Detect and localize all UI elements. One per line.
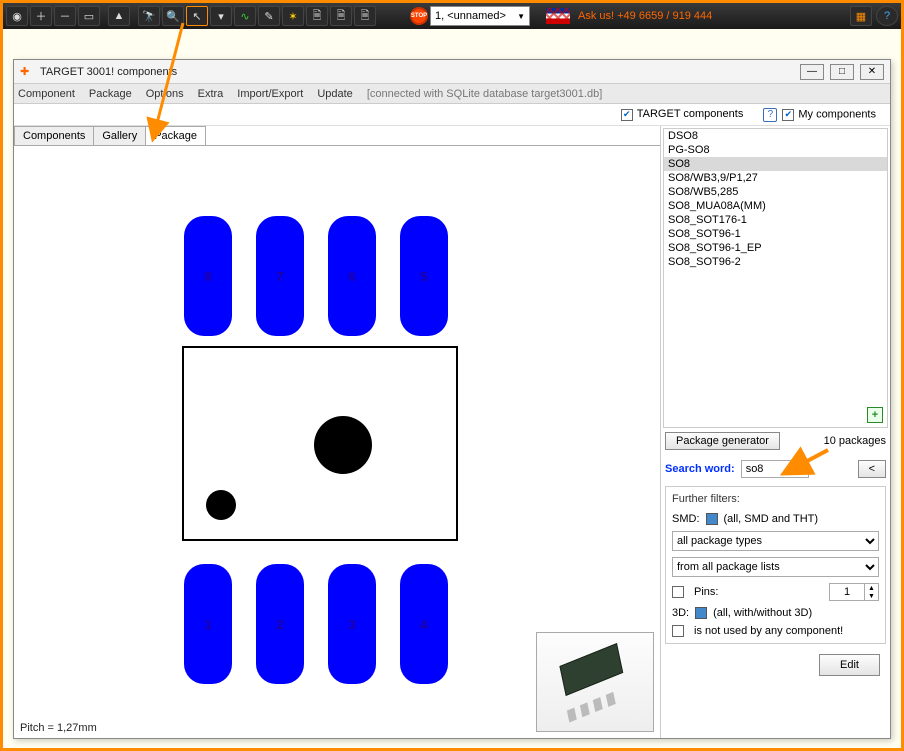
package-generator-button[interactable]: Package generator: [665, 432, 780, 450]
notused-checkbox[interactable]: [672, 625, 684, 637]
pad-number: 7: [276, 269, 283, 284]
edit-button[interactable]: Edit: [819, 654, 880, 676]
list-item[interactable]: SO8/WB5,285: [664, 185, 887, 199]
3d-preview: [536, 632, 654, 732]
spin-up-icon[interactable]: ▲: [864, 584, 878, 592]
binoculars-icon[interactable]: 🔭: [138, 6, 160, 26]
dropdown-icon[interactable]: ▾: [210, 6, 232, 26]
3d-tristate-icon[interactable]: [695, 607, 707, 619]
list-item[interactable]: SO8/WB3,9/P1,27: [664, 171, 887, 185]
askus-label: Ask us! +49 6659 / 919 444: [572, 10, 718, 22]
help-icon[interactable]: ?: [876, 6, 898, 26]
layer-combo-value: 1, <unnamed>: [435, 10, 506, 22]
list-item[interactable]: SO8_SOT96-1_EP: [664, 241, 887, 255]
smd-label: SMD:: [672, 513, 700, 525]
menu-package[interactable]: Package: [89, 88, 132, 100]
notused-label: is not used by any component!: [694, 625, 843, 637]
right-pane: DSO8PG-SO8SO8SO8/WB3,9/P1,27SO8/WB5,285S…: [660, 126, 890, 738]
pins-checkbox[interactable]: [672, 586, 684, 598]
search-input[interactable]: [741, 460, 809, 478]
options-row: TARGET components ?My components: [14, 104, 890, 126]
app-toolbar: ◉ ＋ － ▭ ▲ 🔭 🔍 ↖ ▾ ∿ ✎ ✶ 🗎 🗎 🗎 STOP 1, <u…: [3, 3, 901, 29]
pin1-marker-large: [314, 416, 372, 474]
pad-number: 8: [204, 269, 211, 284]
smd-tristate-icon[interactable]: [706, 513, 718, 525]
my-components-checkbox[interactable]: ?My components: [763, 108, 876, 122]
doc1-icon[interactable]: 🗎: [306, 6, 328, 26]
chevron-down-icon: ▼: [517, 12, 525, 21]
3d-value: (all, with/without 3D): [713, 607, 812, 619]
pad-number: 1: [204, 617, 211, 632]
package-count-label: 10 packages: [824, 435, 886, 447]
tab-strip: Components Gallery Package: [14, 126, 205, 146]
list-item[interactable]: PG-SO8: [664, 143, 887, 157]
tab-package[interactable]: Package: [145, 126, 206, 146]
tab-components[interactable]: Components: [14, 126, 94, 146]
list-item[interactable]: SO8_SOT96-1: [664, 227, 887, 241]
zoom-icon[interactable]: 🔍: [162, 6, 184, 26]
fit-icon[interactable]: ▭: [78, 6, 100, 26]
menubar: Component Package Options Extra Import/E…: [14, 84, 890, 104]
spark-icon[interactable]: ✶: [282, 6, 304, 26]
app-icon: ✚: [20, 65, 34, 79]
add-package-button[interactable]: +: [867, 407, 883, 423]
spin-down-icon[interactable]: ▼: [864, 592, 878, 600]
target-components-checkbox[interactable]: TARGET components: [621, 108, 744, 121]
menu-update[interactable]: Update: [317, 88, 352, 100]
components-dialog: ✚ TARGET 3001! components — □ ✕ Componen…: [13, 59, 891, 739]
list-item[interactable]: SO8: [664, 157, 887, 171]
close-button[interactable]: ✕: [860, 64, 884, 80]
pin1-marker-small: [206, 490, 236, 520]
eye-icon[interactable]: ◉: [6, 6, 28, 26]
pins-label: Pins:: [694, 586, 718, 598]
3d-label: 3D:: [672, 607, 689, 619]
package-canvas: 8 7 6 5 1 2 3 4: [14, 145, 660, 738]
list-item[interactable]: SO8_SOT176-1: [664, 213, 887, 227]
pins-value-input[interactable]: [830, 584, 864, 600]
pointer-icon[interactable]: ▲: [108, 6, 130, 26]
connection-status: [connected with SQLite database target30…: [367, 88, 602, 100]
doc3-icon[interactable]: 🗎: [354, 6, 376, 26]
stop-icon[interactable]: STOP: [410, 7, 428, 25]
maximize-button[interactable]: □: [830, 64, 854, 80]
pad-number: 6: [348, 269, 355, 284]
search-label: Search word:: [665, 463, 735, 475]
pad-number: 4: [420, 617, 427, 632]
menu-import-export[interactable]: Import/Export: [237, 88, 303, 100]
list-item[interactable]: SO8_SOT96-2: [664, 255, 887, 269]
pad-number: 2: [276, 617, 283, 632]
flag-icon[interactable]: [546, 8, 570, 24]
chip-3d-icon: [552, 639, 638, 725]
titlebar: ✚ TARGET 3001! components — □ ✕: [14, 60, 890, 84]
pitch-label: Pitch = 1,27mm: [20, 722, 97, 734]
pen-icon[interactable]: ✎: [258, 6, 280, 26]
tab-gallery[interactable]: Gallery: [93, 126, 146, 146]
filters-header: Further filters:: [672, 493, 879, 505]
menu-options[interactable]: Options: [146, 88, 184, 100]
pad-number: 3: [348, 617, 355, 632]
left-pane: Components Gallery Package 8 7 6 5 1 2 3…: [14, 126, 660, 738]
list-item[interactable]: SO8_MUA08A(MM): [664, 199, 887, 213]
layer-combo[interactable]: 1, <unnamed> ▼: [430, 6, 530, 26]
package-list[interactable]: DSO8PG-SO8SO8SO8/WB3,9/P1,27SO8/WB5,285S…: [663, 128, 888, 428]
filters-panel: Further filters: SMD: (all, SMD and THT)…: [665, 486, 886, 644]
minimize-button[interactable]: —: [800, 64, 824, 80]
zoom-out-icon[interactable]: －: [54, 6, 76, 26]
cursor-icon[interactable]: ↖: [186, 6, 208, 26]
pad-number: 5: [420, 269, 427, 284]
zoom-in-icon[interactable]: ＋: [30, 6, 52, 26]
list-item[interactable]: DSO8: [664, 129, 887, 143]
doc2-icon[interactable]: 🗎: [330, 6, 352, 26]
wave-icon[interactable]: ∿: [234, 6, 256, 26]
pins-spinner[interactable]: ▲▼: [829, 583, 879, 601]
window-title: TARGET 3001! components: [40, 66, 177, 78]
package-lists-select[interactable]: from all package lists: [672, 557, 879, 577]
smd-value: (all, SMD and THT): [724, 513, 819, 525]
cart-icon[interactable]: ▦: [850, 6, 872, 26]
package-types-select[interactable]: all package types: [672, 531, 879, 551]
menu-extra[interactable]: Extra: [198, 88, 224, 100]
menu-component[interactable]: Component: [18, 88, 75, 100]
help-badge-icon[interactable]: ?: [763, 108, 777, 122]
search-back-button[interactable]: <: [858, 460, 886, 478]
